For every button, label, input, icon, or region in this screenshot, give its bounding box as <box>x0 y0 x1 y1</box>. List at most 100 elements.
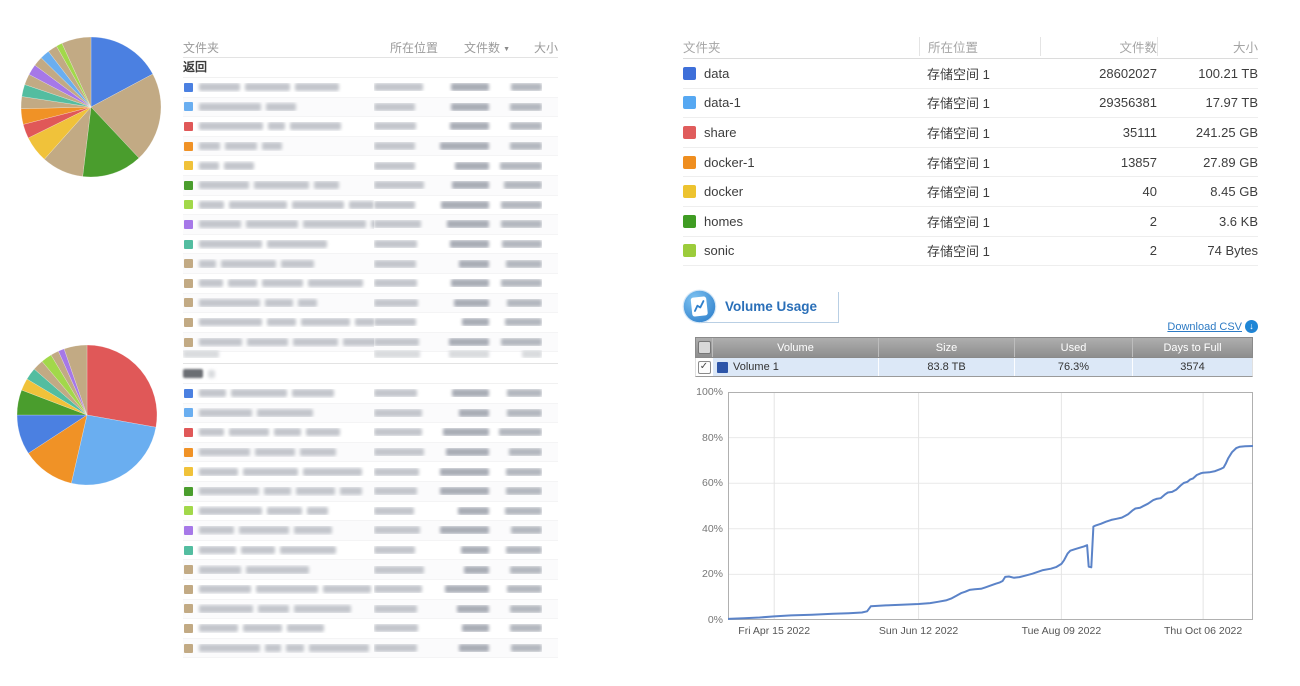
table-row[interactable]: docker-1存储空间 11385727.89 GB <box>683 148 1258 178</box>
folder-count-blurred <box>436 566 494 574</box>
folder-size-pie-chart-2[interactable] <box>16 344 158 486</box>
folder-row[interactable] <box>183 313 558 333</box>
folder-color-chip <box>184 220 193 229</box>
column-header-days-to-full[interactable]: Days to Full <box>1133 338 1252 357</box>
blurred-text-block <box>459 409 489 417</box>
folder-size-blurred <box>494 83 542 91</box>
folder-count-blurred <box>436 201 494 209</box>
folder-row[interactable] <box>183 639 558 659</box>
folder-location-blurred <box>374 566 436 574</box>
folder-row[interactable] <box>183 502 558 522</box>
folder-size-blurred <box>494 585 542 593</box>
folder-location-blurred <box>374 318 436 326</box>
column-header-volume[interactable]: Volume <box>713 338 879 357</box>
folder-count-blurred <box>436 644 494 652</box>
folder-row[interactable] <box>183 541 558 561</box>
blurred-text-block <box>349 201 374 209</box>
blurred-text-block <box>507 389 542 397</box>
folder-name-cell: share <box>683 125 919 140</box>
table-row[interactable]: homes存储空间 123.6 KB <box>683 207 1258 237</box>
blurred-text-block <box>501 201 542 209</box>
folder-count-blurred <box>436 122 494 130</box>
blurred-text-block <box>229 428 269 436</box>
folder-row[interactable] <box>183 235 558 255</box>
folder-row[interactable] <box>183 521 558 541</box>
blurred-text-block <box>507 585 542 593</box>
folder-row[interactable] <box>183 117 558 137</box>
column-header-size[interactable]: 大小 <box>510 39 558 56</box>
column-header-size[interactable]: Size <box>879 338 1015 357</box>
folder-row[interactable] <box>183 196 558 216</box>
volume-row-checkbox[interactable]: ✓ <box>698 361 711 374</box>
folder-name-blurred <box>183 259 374 268</box>
folder-color-chip <box>683 244 696 257</box>
folder-color-chip <box>683 96 696 109</box>
folder-row[interactable] <box>183 215 558 235</box>
folder-row[interactable] <box>183 137 558 157</box>
column-header-count[interactable]: 文件数▼ <box>452 39 510 56</box>
table-row[interactable]: data-1存储空间 12935638117.97 TB <box>683 89 1258 119</box>
folder-color-chip <box>683 215 696 228</box>
blurred-text-block <box>505 318 542 326</box>
folder-size-pie-chart-1[interactable] <box>20 36 162 178</box>
table-row[interactable]: sonic存储空间 1274 Bytes <box>683 237 1258 267</box>
folder-row[interactable] <box>183 294 558 314</box>
folder-name-blurred <box>183 279 374 288</box>
blurred-text-block <box>301 318 350 326</box>
select-all-checkbox[interactable] <box>698 341 711 354</box>
folder-location-blurred <box>374 279 436 287</box>
folder-row[interactable] <box>183 156 558 176</box>
folder-size-blurred <box>494 181 542 189</box>
folder-row[interactable] <box>183 580 558 600</box>
blurred-text-block <box>374 585 422 593</box>
folder-row[interactable] <box>183 560 558 580</box>
volume-usage-tab[interactable]: Volume Usage <box>701 292 839 323</box>
folder-location-blurred <box>374 299 436 307</box>
column-header-folder[interactable]: 文件夹 <box>183 39 390 56</box>
table-row[interactable]: data存储空间 128602027100.21 TB <box>683 59 1258 89</box>
folder-row[interactable] <box>183 462 558 482</box>
blurred-text-block <box>374 428 422 436</box>
folder-row[interactable] <box>183 384 558 404</box>
folder-row[interactable] <box>183 274 558 294</box>
blurred-text-block <box>264 487 291 495</box>
folder-row[interactable] <box>183 78 558 98</box>
blurred-text-block <box>374 389 417 397</box>
blurred-text-block <box>355 318 374 326</box>
blurred-text-block <box>440 468 489 476</box>
blurred-text-block <box>199 220 241 228</box>
folder-row[interactable] <box>183 482 558 502</box>
table-row[interactable]: share存储空间 135111241.25 GB <box>683 118 1258 148</box>
column-header-folder[interactable]: 文件夹 <box>683 37 919 56</box>
volume-size: 83.8 TB <box>879 358 1015 376</box>
folder-row[interactable] <box>183 98 558 118</box>
folder-row[interactable] <box>183 600 558 620</box>
folder-name-cell: homes <box>683 214 919 229</box>
back-row-blurred[interactable] <box>183 364 558 384</box>
table-row[interactable]: docker存储空间 1408.45 GB <box>683 177 1258 207</box>
volume-name: Volume 1 <box>733 361 779 373</box>
column-header-count[interactable]: 文件数 <box>1040 37 1157 56</box>
folder-location-blurred <box>374 428 436 436</box>
folder-location-blurred <box>374 122 436 130</box>
folder-row[interactable] <box>183 619 558 639</box>
column-header-used[interactable]: Used <box>1015 338 1133 357</box>
column-header-location[interactable]: 所在位置 <box>390 39 452 56</box>
blurred-text-block <box>262 279 303 287</box>
column-header-location[interactable]: 所在位置 <box>919 37 1040 56</box>
folder-count-blurred <box>436 605 494 613</box>
folder-row[interactable] <box>183 404 558 424</box>
download-csv-link[interactable]: Download CSV ↓ <box>1167 320 1258 333</box>
folder-row[interactable] <box>183 176 558 196</box>
volume-row[interactable]: ✓ Volume 1 83.8 TB 76.3% 3574 <box>695 358 1253 377</box>
column-header-size[interactable]: 大小 <box>1157 37 1258 56</box>
pie-slice[interactable] <box>87 345 157 427</box>
folder-row[interactable] <box>183 423 558 443</box>
folder-row[interactable] <box>183 443 558 463</box>
folder-row[interactable] <box>183 254 558 274</box>
y-tick-label: 100% <box>695 386 723 398</box>
folder-location-blurred <box>374 409 436 417</box>
folder-size-blurred <box>494 487 542 495</box>
back-row[interactable]: 返回 <box>183 58 558 78</box>
folder-size: 74 Bytes <box>1157 243 1258 258</box>
